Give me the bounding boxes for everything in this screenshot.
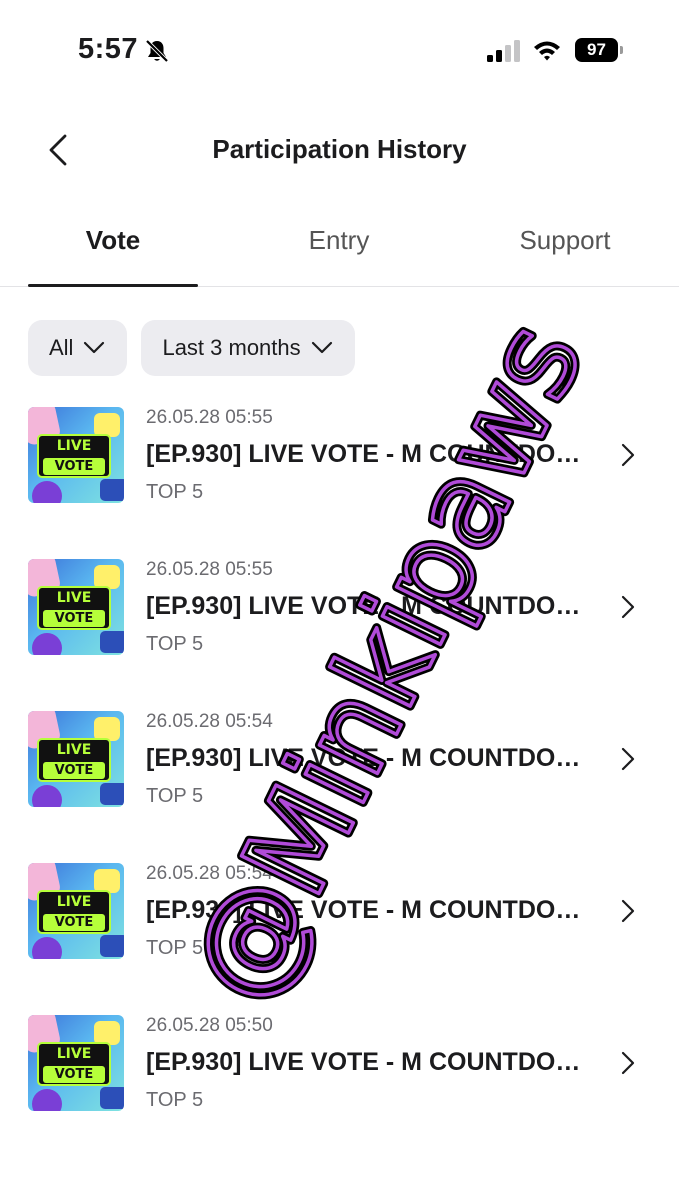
item-date: 26.05.28 05:50	[146, 1015, 273, 1036]
thumbnail-live-text: LIVE	[56, 894, 92, 910]
item-rank: TOP 5	[146, 937, 204, 959]
item-rank: TOP 5	[146, 633, 204, 655]
battery-tip	[620, 46, 623, 54]
filter-type-dropdown[interactable]: All	[28, 320, 128, 376]
filter-bar: All Last 3 months	[28, 320, 355, 376]
item-date: 26.05.28 05:54	[146, 863, 273, 884]
thumbnail-vote-text: VOTE	[43, 1066, 105, 1083]
tab-bar: Vote Entry Support	[0, 205, 679, 287]
chevron-right-icon	[621, 595, 635, 619]
item-title: [EP.930] LIVE VOTE - M COUNTDOWN	[146, 896, 586, 924]
chevron-down-icon	[84, 341, 105, 354]
item-title: [EP.930] LIVE VOTE - M COUNTDOWN	[146, 1048, 586, 1076]
thumbnail-live-text: LIVE	[56, 1046, 92, 1062]
list-item[interactable]: LIVE VOTE 26.05.28 05:50 [EP.930] LIVE V…	[0, 1008, 679, 1118]
tab-vote[interactable]: Vote	[28, 225, 198, 256]
list-item[interactable]: LIVE VOTE 26.05.28 05:55 [EP.930] LIVE V…	[0, 552, 679, 662]
bell-slash-icon	[145, 39, 169, 63]
filter-period-label: Last 3 months	[162, 335, 301, 360]
live-vote-thumbnail: LIVE VOTE	[28, 863, 124, 959]
list-item[interactable]: LIVE VOTE 26.05.28 05:54 [EP.930] LIVE V…	[0, 704, 679, 814]
chevron-right-icon	[621, 747, 635, 771]
tab-entry[interactable]: Entry	[256, 225, 422, 256]
item-title: [EP.930] LIVE VOTE - M COUNTDOWN	[146, 592, 586, 620]
tab-support[interactable]: Support	[482, 225, 648, 256]
thumbnail-live-text: LIVE	[56, 742, 92, 758]
item-title: [EP.930] LIVE VOTE - M COUNTDOWN	[146, 744, 586, 772]
chevron-down-icon	[311, 341, 332, 354]
chevron-right-icon	[621, 1051, 635, 1075]
list-item[interactable]: LIVE VOTE 26.05.28 05:54 [EP.930] LIVE V…	[0, 856, 679, 966]
status-bar: 5:57 97	[0, 0, 679, 100]
item-rank: TOP 5	[146, 481, 204, 503]
item-date: 26.05.28 05:55	[146, 407, 273, 428]
filter-type-label: All	[49, 335, 74, 360]
active-tab-indicator	[28, 284, 198, 287]
thumbnail-live-text: LIVE	[56, 590, 92, 606]
thumbnail-live-text: LIVE	[56, 438, 92, 454]
wifi-icon	[534, 41, 560, 61]
thumbnail-vote-text: VOTE	[43, 914, 105, 931]
filter-period-dropdown[interactable]: Last 3 months	[141, 320, 355, 376]
battery-icon: 97	[575, 38, 623, 62]
thumbnail-vote-text: VOTE	[43, 610, 105, 627]
signal-icon	[487, 40, 520, 62]
item-title: [EP.930] LIVE VOTE - M COUNTDOWN	[146, 440, 586, 468]
thumbnail-vote-text: VOTE	[43, 762, 105, 779]
live-vote-thumbnail: LIVE VOTE	[28, 711, 124, 807]
live-vote-thumbnail: LIVE VOTE	[28, 1015, 124, 1111]
item-rank: TOP 5	[146, 785, 204, 807]
live-vote-thumbnail: LIVE VOTE	[28, 407, 124, 503]
item-date: 26.05.28 05:55	[146, 559, 273, 580]
item-date: 26.05.28 05:54	[146, 711, 273, 732]
chevron-right-icon	[621, 899, 635, 923]
status-time: 5:57	[78, 33, 139, 65]
list-item[interactable]: LIVE VOTE 26.05.28 05:55 [EP.930] LIVE V…	[0, 400, 679, 510]
chevron-right-icon	[621, 443, 635, 467]
battery-level: 97	[575, 38, 618, 62]
page-title: Participation History	[212, 134, 467, 164]
thumbnail-vote-text: VOTE	[43, 458, 105, 475]
app-header: Participation History	[0, 120, 679, 182]
item-rank: TOP 5	[146, 1089, 204, 1111]
live-vote-thumbnail: LIVE VOTE	[28, 559, 124, 655]
